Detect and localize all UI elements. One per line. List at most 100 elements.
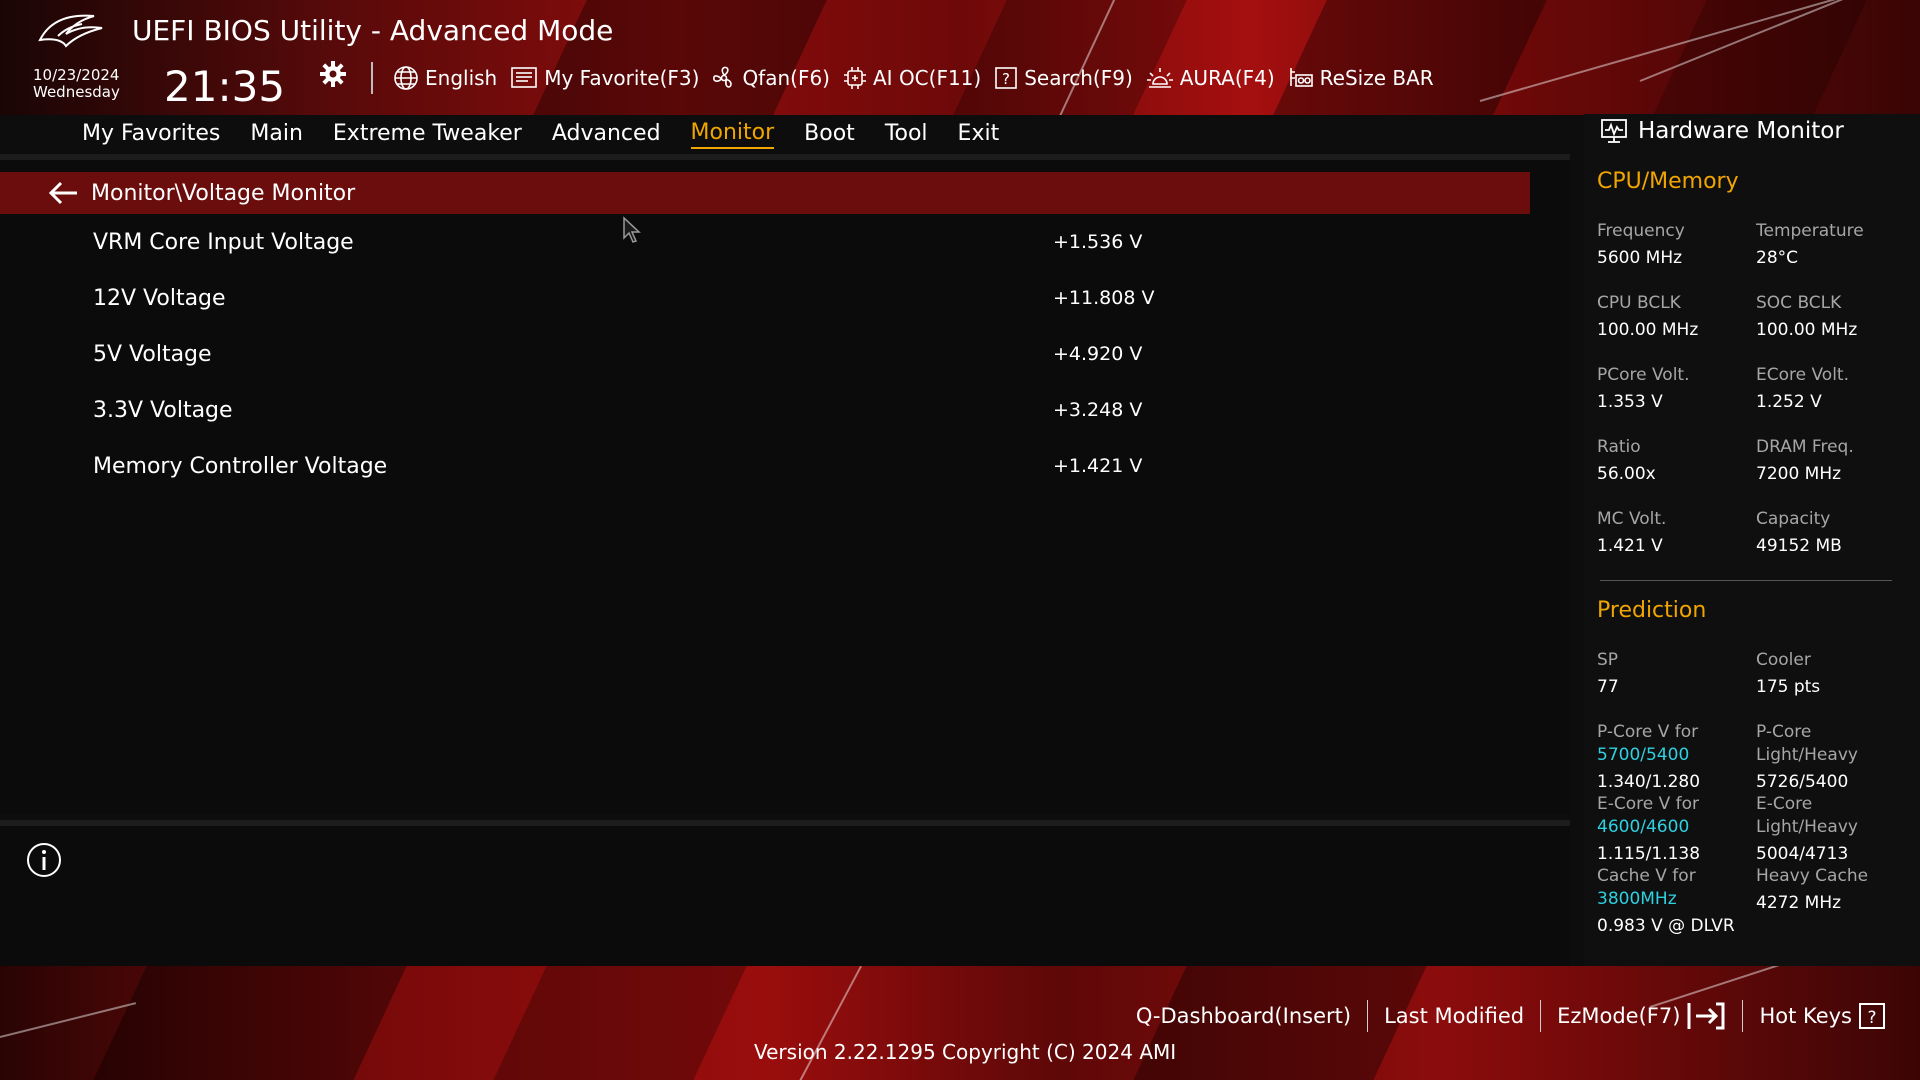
globe-icon	[394, 66, 418, 90]
capacity-label: Capacity	[1756, 509, 1831, 529]
list-item[interactable]: 5V Voltage +4.920 V	[93, 334, 1193, 374]
breadcrumb-path: Monitor\Voltage Monitor	[91, 180, 356, 206]
ecore-lh-label: E-Core	[1756, 794, 1813, 814]
mc-volt-label: MC Volt.	[1597, 509, 1667, 529]
tab-advanced[interactable]: Advanced	[552, 121, 661, 148]
my-favorite-label: My Favorite(F3)	[544, 66, 700, 90]
last-modified-label: Last Modified	[1384, 1004, 1525, 1028]
voltage-label: Memory Controller Voltage	[93, 453, 388, 479]
tab-boot[interactable]: Boot	[804, 121, 855, 148]
last-modified-button[interactable]: Last Modified	[1368, 1004, 1540, 1028]
back-arrow-icon[interactable]	[47, 180, 79, 206]
page-title: UEFI BIOS Utility - Advanced Mode	[132, 14, 614, 47]
cpu-bclk-label: CPU BCLK	[1597, 293, 1681, 313]
ratio-label: Ratio	[1597, 437, 1641, 457]
ecore-volt-label: ECore Volt.	[1756, 365, 1849, 385]
ecore-v-label: E-Core V for	[1597, 794, 1700, 814]
cooler-label: Cooler	[1756, 650, 1811, 670]
voltage-label: 3.3V Voltage	[93, 397, 233, 423]
gear-icon[interactable]	[319, 60, 347, 88]
aura-button[interactable]: AURA(F4)	[1146, 66, 1275, 90]
ecore-v-freq: 4600/4600	[1597, 817, 1690, 837]
top-toolbar: English My Favorite(F3) Qfan(F6) AI OC(F…	[393, 62, 1447, 94]
prediction-title: Prediction	[1597, 598, 1707, 623]
voltage-label: 5V Voltage	[93, 341, 212, 367]
ecore-lh-label-2: Light/Heavy	[1756, 817, 1858, 837]
capacity-value: 49152 MB	[1756, 536, 1842, 556]
q-dashboard-label: Q-Dashboard(Insert)	[1135, 1004, 1352, 1028]
pcore-v-label: P-Core V for	[1597, 722, 1699, 742]
mc-volt-value: 1.421 V	[1597, 536, 1663, 556]
ezmode-button[interactable]: EzMode(F7)	[1541, 1001, 1742, 1031]
date-display: 10/23/2024 Wednesday	[33, 67, 120, 101]
qfan-button[interactable]: Qfan(F6)	[712, 65, 830, 91]
list-item[interactable]: 3.3V Voltage +3.248 V	[93, 390, 1193, 430]
list-item[interactable]: Memory Controller Voltage +1.421 V	[93, 446, 1193, 486]
heavy-cache-value: 4272 MHz	[1756, 893, 1842, 913]
weekday-value: Wednesday	[33, 83, 120, 101]
cache-v-freq: 3800MHz	[1597, 889, 1677, 909]
ai-oc-label: AI OC(F11)	[873, 66, 982, 90]
aura-label: AURA(F4)	[1179, 66, 1275, 90]
ai-oc-button[interactable]: AI OC(F11)	[843, 66, 981, 90]
sp-label: SP	[1597, 650, 1619, 670]
pcore-volt-label: PCore Volt.	[1597, 365, 1690, 385]
list-item[interactable]: VRM Core Input Voltage +1.536 V	[93, 222, 1193, 262]
voltage-value: +1.536 V	[1053, 231, 1143, 253]
info-panel	[0, 820, 1570, 966]
q-dashboard-button[interactable]: Q-Dashboard(Insert)	[1120, 1004, 1367, 1028]
tab-tool[interactable]: Tool	[885, 121, 928, 148]
soc-bclk-value: 100.00 MHz	[1756, 320, 1858, 340]
pcore-lh-value: 5726/5400	[1756, 772, 1849, 792]
hardware-monitor-divider	[1600, 580, 1892, 581]
search-label: Search(F9)	[1024, 66, 1133, 90]
clock[interactable]: 21:35	[164, 62, 285, 111]
voltage-label: 12V Voltage	[93, 285, 226, 311]
language-button[interactable]: English	[393, 65, 497, 91]
ai-chip-icon	[844, 67, 866, 89]
tab-exit[interactable]: Exit	[958, 121, 1000, 148]
fan-icon	[713, 66, 733, 88]
favorite-list-icon	[511, 67, 538, 88]
my-favorite-button[interactable]: My Favorite(F3)	[510, 66, 699, 90]
search-button[interactable]: ? Search(F9)	[994, 66, 1133, 90]
frequency-label: Frequency	[1597, 221, 1685, 241]
hot-keys-label: Hot Keys	[1759, 1004, 1852, 1028]
ecore-volt-value: 1.252 V	[1756, 392, 1822, 412]
pcore-volt-value: 1.353 V	[1597, 392, 1663, 412]
dram-freq-label: DRAM Freq.	[1756, 437, 1854, 457]
svg-text:?: ?	[1867, 1008, 1876, 1028]
resize-bar-icon	[1289, 68, 1313, 87]
footer-buttons: Q-Dashboard(Insert) Last Modified EzMode…	[1120, 998, 1902, 1034]
cache-v-label: Cache V for	[1597, 866, 1696, 886]
ecore-lh-value: 5004/4713	[1756, 844, 1849, 864]
date-value: 10/23/2024	[33, 66, 120, 84]
tab-my-favorites[interactable]: My Favorites	[82, 121, 220, 148]
hot-keys-button[interactable]: Hot Keys ?	[1743, 1002, 1902, 1030]
voltage-value: +4.920 V	[1053, 343, 1143, 365]
language-label: English	[425, 66, 498, 90]
ezmode-label: EzMode(F7)	[1557, 1004, 1681, 1028]
tab-monitor[interactable]: Monitor	[690, 120, 775, 149]
pcore-v-freq: 5700/5400	[1597, 745, 1690, 765]
help-icon: ?	[1859, 1003, 1885, 1029]
pcore-lh-label: P-Core	[1756, 722, 1812, 742]
tab-main[interactable]: Main	[250, 121, 303, 148]
resize-bar-button[interactable]: ReSize BAR	[1288, 66, 1434, 90]
dram-freq-value: 7200 MHz	[1756, 464, 1842, 484]
hardware-monitor-header: Hardware Monitor	[1600, 118, 1844, 144]
voltage-label: VRM Core Input Voltage	[93, 229, 354, 255]
voltage-value: +11.808 V	[1053, 287, 1155, 309]
tab-extreme-tweaker[interactable]: Extreme Tweaker	[333, 121, 522, 148]
cpu-memory-title: CPU/Memory	[1597, 169, 1739, 194]
cooler-value: 175 pts	[1756, 677, 1821, 697]
rog-logo-icon	[38, 14, 103, 48]
exit-arrow-icon	[1687, 1002, 1725, 1030]
ecore-v-value: 1.115/1.138	[1597, 844, 1701, 864]
temperature-value: 28°C	[1756, 248, 1799, 268]
cache-v-value: 0.983 V @ DLVR	[1597, 916, 1735, 936]
sp-value: 77	[1597, 677, 1619, 697]
list-item[interactable]: 12V Voltage +11.808 V	[93, 278, 1193, 318]
breadcrumb[interactable]: Monitor\Voltage Monitor	[0, 172, 1530, 214]
frequency-value: 5600 MHz	[1597, 248, 1683, 268]
